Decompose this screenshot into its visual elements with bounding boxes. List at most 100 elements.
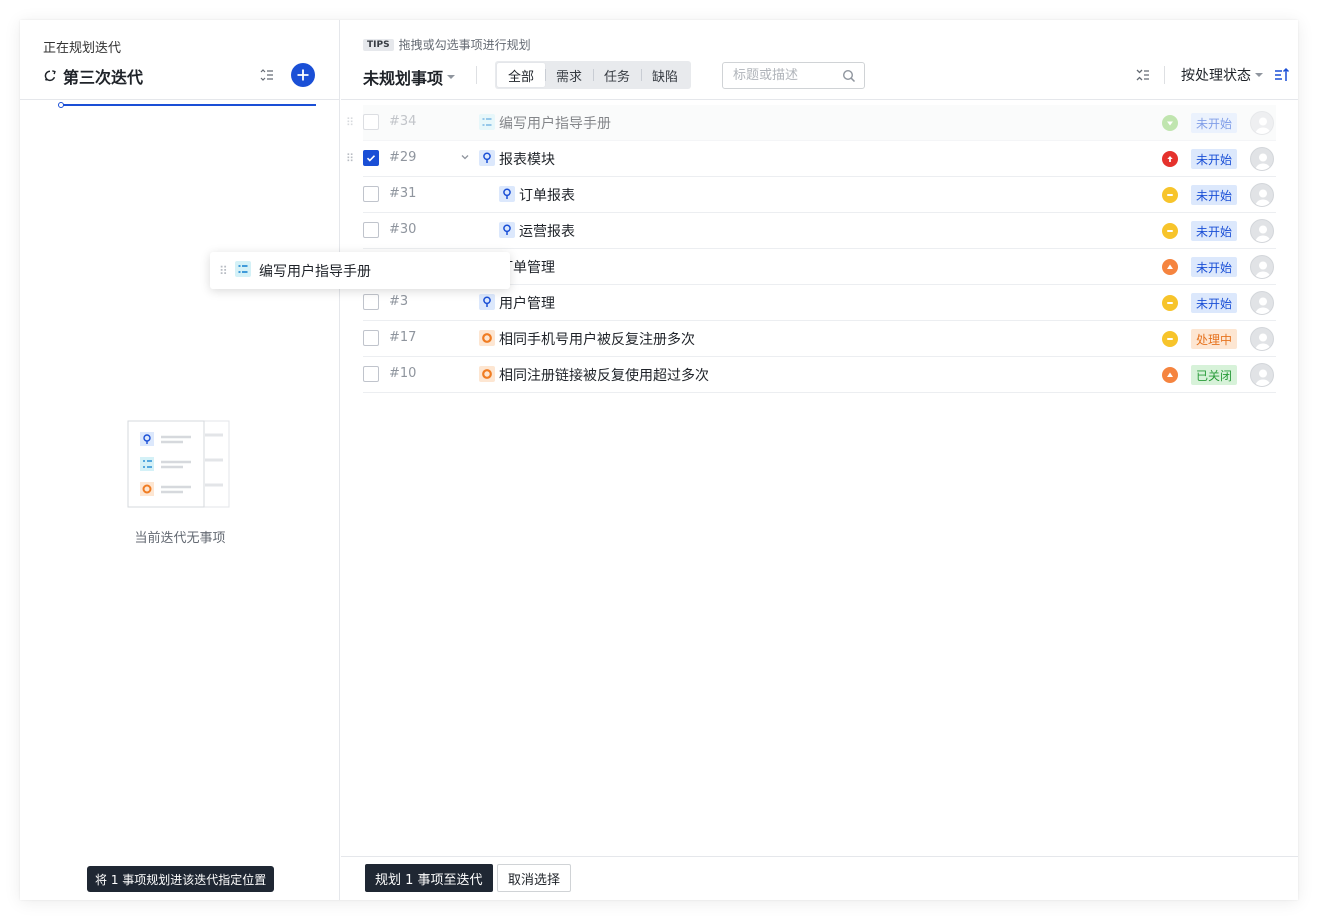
plus-icon [297,69,309,81]
item-title[interactable]: 订单报表 [519,185,575,205]
priority-high-icon[interactable] [1162,367,1178,383]
avatar[interactable] [1250,363,1274,387]
item-title[interactable]: 报表模块 [499,149,555,169]
divider [1164,66,1165,84]
requirement-icon [479,294,495,310]
priority-medium-icon[interactable] [1162,187,1178,203]
sprint-name: 第三次迭代 [63,68,144,87]
empty-illustration [127,420,231,510]
cancel-selection-button[interactable]: 取消选择 [497,864,572,892]
avatar[interactable] [1250,147,1274,171]
status-badge[interactable]: 已关闭 [1191,365,1238,385]
avatar[interactable] [1250,255,1274,279]
sprint-icon [43,69,57,83]
chevron-down-icon[interactable] [460,151,470,166]
avatar[interactable] [1250,111,1274,135]
backlog-title: 未规划事项 [363,69,444,88]
priority-medium-icon[interactable] [1162,295,1178,311]
status-badge[interactable]: 未开始 [1191,293,1238,313]
priority-high-icon[interactable] [1162,259,1178,275]
user-icon [1255,261,1271,278]
user-icon [1255,117,1271,134]
item-id: #3 [389,294,409,309]
sprint-panel-subtitle: 正在规划迭代 [43,41,122,56]
row-checkbox[interactable] [363,186,379,202]
tips-tag: TIPS [363,38,394,51]
drag-ghost-item[interactable]: ⠿ 编写用户指导手册 [210,252,510,289]
row-checkbox[interactable] [363,366,379,382]
avatar[interactable] [1250,327,1274,351]
table-row[interactable]: #3 用户管理 未开始 [363,285,1276,321]
avatar[interactable] [1250,291,1274,315]
drag-handle-icon[interactable]: ⠿ [346,116,354,129]
filter-all[interactable]: 全部 [497,63,546,87]
backlog-title-dropdown[interactable]: 未规划事项 [363,65,456,89]
item-title[interactable]: 运营报表 [519,221,575,241]
item-id: #31 [389,186,417,201]
row-checkbox[interactable] [363,294,379,310]
search-input[interactable] [733,68,841,83]
sort-icon[interactable] [259,67,275,83]
status-badge[interactable]: 未开始 [1191,113,1238,133]
table-row[interactable]: ⠿ #29 报表模块 未开始 [346,141,1276,177]
priority-low-icon[interactable] [1162,115,1178,131]
backlog-panel: TIPS 拖拽或勾选事项进行规划 未规划事项 全部 需求 任务 缺陷 按处理状态 [341,20,1298,900]
status-badge[interactable]: 未开始 [1191,149,1238,169]
avatar[interactable] [1250,219,1274,243]
sort-by-label: 按处理状态 [1181,68,1251,84]
sort-direction-icon[interactable] [1274,67,1290,87]
chevron-down-icon [447,75,456,79]
row-checkbox[interactable] [363,114,379,130]
chevron-down-icon [1255,73,1263,77]
item-id: #30 [389,222,417,237]
status-badge[interactable]: 处理中 [1191,329,1238,349]
filter-requirement[interactable]: 需求 [545,63,593,87]
table-row[interactable]: ⠿ #34 编写用户指导手册 未开始 [346,105,1276,141]
drag-handle-icon[interactable]: ⠿ [346,152,354,165]
filter-task[interactable]: 任务 [593,63,641,87]
item-id: #17 [389,330,417,345]
row-checkbox[interactable] [363,150,379,166]
item-id: #29 [389,150,417,165]
sprint-selector[interactable]: 第三次迭代 [43,64,143,88]
item-title[interactable]: 相同手机号用户被反复注册多次 [499,329,695,349]
plan-to-sprint-button[interactable]: 规划 1 事项至迭代 [365,864,493,892]
priority-urgent-icon[interactable] [1162,151,1178,167]
empty-state-text: 当前迭代无事项 [134,531,226,546]
requirement-icon [479,150,495,166]
avatar[interactable] [1250,183,1274,207]
table-row[interactable]: #30 运营报表 未开始 [363,213,1276,249]
priority-medium-icon[interactable] [1162,223,1178,239]
user-icon [1255,297,1271,314]
requirement-icon [499,222,515,238]
status-badge[interactable]: 未开始 [1191,221,1238,241]
row-checkbox[interactable] [363,330,379,346]
search-icon[interactable] [842,69,856,87]
row-checkbox[interactable] [363,222,379,238]
drag-handle-icon: ⠿ [219,263,228,278]
priority-medium-icon[interactable] [1162,331,1178,347]
item-title[interactable]: 相同注册链接被反复使用超过多次 [499,365,709,385]
add-item-button[interactable] [291,63,315,87]
item-id: #34 [389,114,417,129]
item-title[interactable]: 用户管理 [499,293,555,313]
item-id: #10 [389,366,417,381]
sort-by-dropdown[interactable]: 按处理状态 [1181,65,1263,85]
table-row[interactable]: #17 相同手机号用户被反复注册多次 处理中 [363,321,1276,357]
task-icon [479,114,495,130]
item-title[interactable]: 编写用户指导手册 [499,113,611,133]
divider [20,99,340,100]
status-badge[interactable]: 未开始 [1191,257,1238,277]
table-row[interactable]: #31 订单报表 未开始 [363,177,1276,213]
tips-bar: TIPS 拖拽或勾选事项进行规划 [363,36,531,53]
search-box [722,62,865,89]
divider [341,856,1298,857]
table-row[interactable]: #10 相同注册链接被反复使用超过多次 已关闭 [363,357,1276,393]
status-badge[interactable]: 未开始 [1191,185,1238,205]
sprint-drop-indicator [60,104,316,106]
user-icon [1255,225,1271,242]
backlog-list: ⠿ #34 编写用户指导手册 未开始 ⠿ #29 报表模块 未开始 #31 订单报表 未开始 #30 运… [346,105,1276,393]
filter-bug[interactable]: 缺陷 [641,63,689,87]
bug-icon [479,330,495,346]
collapse-all-icon[interactable] [1135,67,1151,87]
